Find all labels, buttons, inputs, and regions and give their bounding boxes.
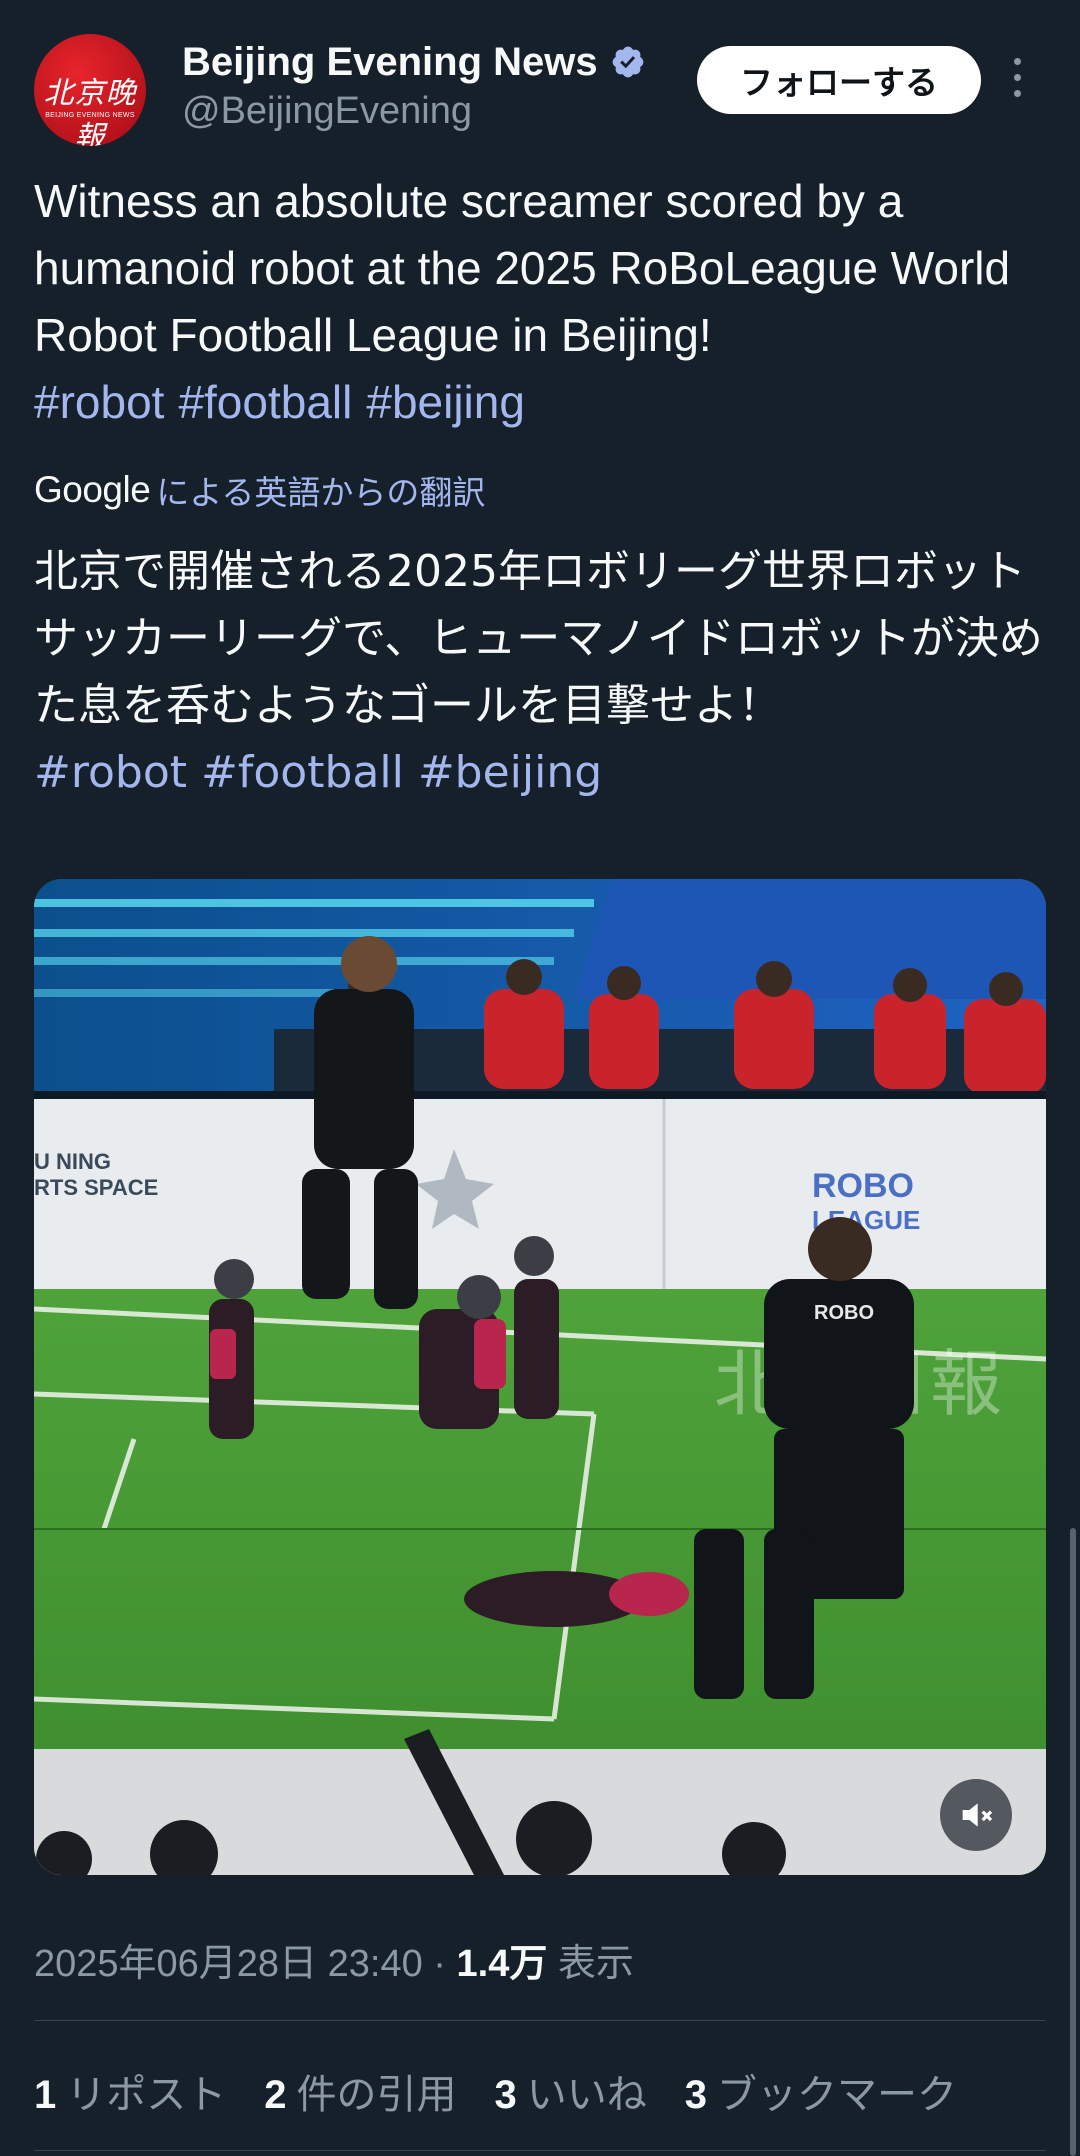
svg-text:U NING: U NING bbox=[34, 1149, 111, 1174]
quotes-stat[interactable]: 2 件の引用 bbox=[264, 2062, 456, 2120]
bookmarks-stat[interactable]: 3 ブックマーク bbox=[685, 2062, 957, 2120]
video-frame-image: U NING RTS SPACE ROBO LEAGUE 北京日報 bbox=[34, 879, 1046, 1875]
svg-text:RTS SPACE: RTS SPACE bbox=[34, 1175, 158, 1200]
quotes-count: 2 bbox=[264, 2073, 287, 2117]
reposts-count: 1 bbox=[34, 2073, 57, 2117]
likes-stat[interactable]: 3 いいね bbox=[495, 2062, 647, 2120]
tweet-header: 北京晚報 BEIJING EVENING NEWS Beijing Evenin… bbox=[34, 34, 1046, 146]
meta-separator: · bbox=[433, 1943, 446, 1985]
bookmarks-count: 3 bbox=[684, 2073, 707, 2117]
svg-text:ROBO: ROBO bbox=[812, 1167, 914, 1205]
author-name-row[interactable]: Beijing Evening News bbox=[182, 38, 646, 86]
hashtag-link[interactable]: #beijing bbox=[418, 747, 602, 798]
likes-label: いいね bbox=[526, 2072, 647, 2118]
follow-button[interactable]: フォローする bbox=[697, 46, 981, 114]
bookmarks-label: ブックマーク bbox=[717, 2072, 957, 2118]
hashtag-link[interactable]: #robot bbox=[34, 747, 187, 798]
translation-label[interactable]: による英語からの翻訳 bbox=[156, 466, 485, 514]
more-options-icon[interactable] bbox=[1014, 58, 1022, 106]
avatar-logo-text: 北京晚報 bbox=[43, 76, 137, 146]
tweet-body: Witness an absolute screamer scored by a… bbox=[34, 168, 1046, 436]
translated-body: 北京で開催される2025年ロボリーグ世界ロボットサッカーリーグで、ヒューマノイド… bbox=[34, 538, 1054, 806]
likes-count: 3 bbox=[494, 2073, 517, 2117]
video-player[interactable]: U NING RTS SPACE ROBO LEAGUE 北京日報 bbox=[34, 879, 1046, 1875]
engagement-stats: 1 リポスト 2 件の引用 3 いいね 3 ブックマーク bbox=[34, 2062, 995, 2120]
views-label: 表示 bbox=[557, 1943, 634, 1985]
hashtag-link[interactable]: #robot bbox=[34, 376, 164, 428]
reposts-label: リポスト bbox=[66, 2072, 227, 2118]
display-name[interactable]: Beijing Evening News bbox=[182, 38, 598, 86]
hashtag-row: #robot #football #beijing bbox=[34, 376, 539, 428]
author-handle[interactable]: @BeijingEvening bbox=[182, 88, 646, 134]
author-block[interactable]: Beijing Evening News @BeijingEvening bbox=[182, 38, 646, 134]
volume-muted-icon bbox=[962, 1803, 993, 1827]
verified-badge-icon bbox=[612, 46, 644, 78]
translated-text: 北京で開催される2025年ロボリーグ世界ロボットサッカーリーグで、ヒューマノイド… bbox=[34, 546, 1043, 731]
scrollbar[interactable] bbox=[1070, 1528, 1076, 2156]
hashtag-link[interactable]: #football bbox=[178, 376, 352, 428]
timestamp[interactable]: 2025年06月28日 23:40 bbox=[34, 1943, 423, 1985]
mute-toggle-button[interactable] bbox=[940, 1779, 1012, 1851]
reposts-stat[interactable]: 1 リポスト bbox=[34, 2062, 226, 2120]
google-logo: Google bbox=[34, 469, 151, 510]
translation-attribution[interactable]: Google による英語からの翻訳 bbox=[34, 466, 485, 514]
tweet-text: Witness an absolute screamer scored by a… bbox=[34, 175, 1011, 361]
quotes-label: 件の引用 bbox=[296, 2072, 457, 2118]
divider bbox=[34, 2150, 1046, 2151]
hashtag-link[interactable]: #beijing bbox=[366, 376, 525, 428]
translated-hashtag-row: #robot #football #beijing bbox=[34, 747, 616, 798]
hashtag-link[interactable]: #football bbox=[201, 747, 404, 798]
avatar-logo-subtext: BEIJING EVENING NEWS bbox=[45, 112, 135, 119]
svg-text:ROBO: ROBO bbox=[814, 1302, 874, 1324]
tweet-meta: 2025年06月28日 23:40 · 1.4万 表示 bbox=[34, 1932, 634, 1987]
views-count: 1.4万 bbox=[456, 1943, 548, 1985]
divider bbox=[34, 2020, 1046, 2021]
avatar[interactable]: 北京晚報 BEIJING EVENING NEWS bbox=[34, 34, 146, 146]
